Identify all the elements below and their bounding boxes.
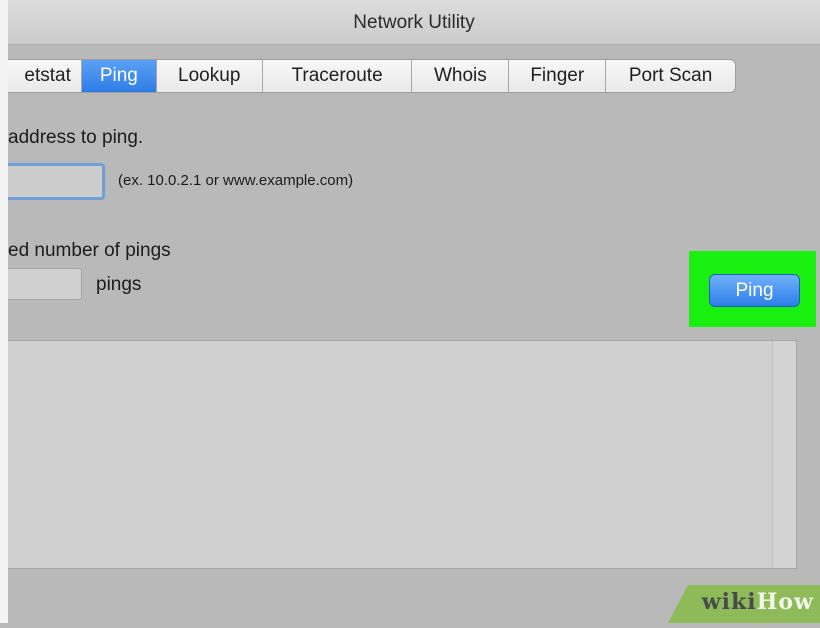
address-label: address to ping. <box>8 127 144 148</box>
watermark-text: wikiHow <box>702 589 814 615</box>
output-area[interactable] <box>8 340 797 569</box>
tab-ping[interactable]: Ping <box>81 60 157 92</box>
output-scrollbar[interactable] <box>772 341 796 568</box>
title-bar: Network Utility <box>8 0 820 45</box>
ping-button[interactable]: Ping <box>709 274 800 307</box>
watermark-how: How <box>756 589 814 615</box>
tab-bar: etstat Ping Lookup Traceroute Whois Fing… <box>8 59 736 93</box>
tab-netstat[interactable]: etstat <box>8 60 82 92</box>
wikihow-watermark: wikiHow <box>668 585 820 623</box>
address-hint: (ex. 10.0.2.1 or www.example.com) <box>118 172 354 189</box>
tab-traceroute[interactable]: Traceroute <box>263 60 413 92</box>
pings-unit-label: pings <box>96 274 142 295</box>
tab-lookup[interactable]: Lookup <box>157 60 263 92</box>
ping-count-label: ed number of pings <box>8 240 171 261</box>
watermark-wiki: wiki <box>701 589 757 615</box>
window-left-edge <box>0 0 8 623</box>
address-input[interactable] <box>8 163 105 200</box>
tab-finger[interactable]: Finger <box>509 60 607 92</box>
tab-port-scan[interactable]: Port Scan <box>606 60 735 92</box>
tab-whois[interactable]: Whois <box>412 60 510 92</box>
ping-count-input[interactable] <box>8 268 82 300</box>
window-title: Network Utility <box>353 12 475 33</box>
